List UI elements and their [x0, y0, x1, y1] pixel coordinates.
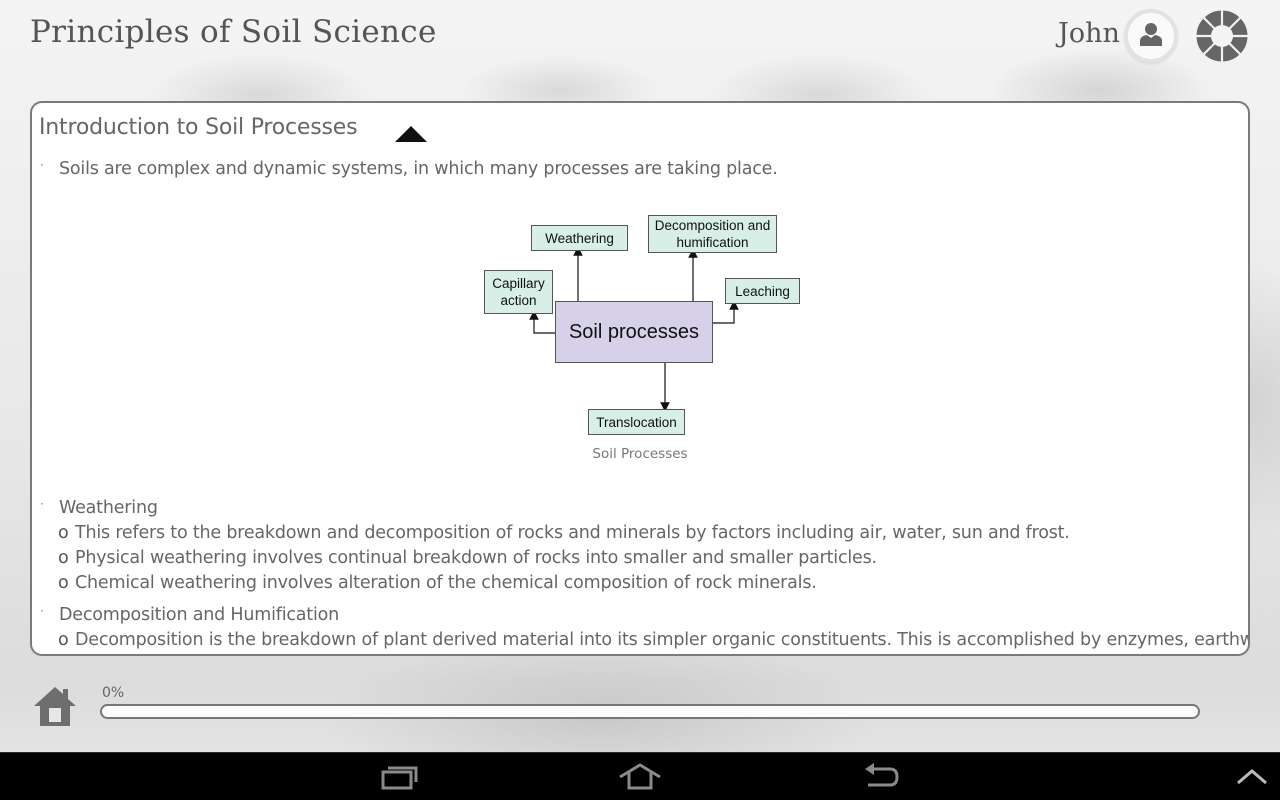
progress-percent: 0%	[102, 685, 125, 701]
list-item-text: Chemical weathering involves alteration …	[75, 573, 817, 593]
app-title: Principles of Soil Science	[30, 14, 437, 50]
node-soil-processes: Soil processes	[555, 301, 713, 363]
list-item: o This refers to the breakdown and decomp…	[58, 523, 1070, 543]
home-button[interactable]	[33, 684, 77, 728]
section-title: Introduction to Soil Processes	[39, 115, 358, 140]
user-profile-button[interactable]	[1124, 9, 1178, 63]
section-heading-text: Decomposition and Humification	[59, 605, 340, 625]
sub-bullet-marker: o	[58, 523, 69, 543]
node-weathering: Weathering	[531, 225, 628, 251]
menu-button[interactable]	[1236, 767, 1268, 790]
intro-text: Soils are complex and dynamic systems, i…	[59, 159, 778, 179]
progress-bar	[100, 704, 1200, 719]
section-heading-weathering: · Weathering	[40, 497, 158, 518]
list-item-text: Physical weathering involves continual b…	[75, 548, 877, 568]
bullet-marker: ·	[40, 604, 44, 618]
node-decomposition: Decomposition and humification	[648, 215, 777, 253]
section-heading-decomposition: · Decomposition and Humification	[40, 604, 340, 625]
sub-bullet-marker: o	[58, 630, 69, 650]
node-translocation: Translocation	[588, 409, 685, 435]
android-home-button[interactable]	[618, 763, 662, 796]
collapse-section-button[interactable]	[394, 125, 428, 143]
segmented-ring-icon	[1196, 10, 1248, 66]
settings-button[interactable]	[1196, 10, 1248, 62]
back-button[interactable]	[862, 763, 902, 796]
connector-leaching	[713, 300, 739, 324]
list-item: o Decomposition is the breakdown of plant…	[58, 630, 1250, 650]
triangle-up-icon	[394, 125, 428, 143]
connector-capillary	[529, 310, 556, 334]
recent-apps-button[interactable]	[380, 763, 420, 796]
node-leaching: Leaching	[725, 278, 800, 304]
section-heading-text: Weathering	[59, 498, 158, 518]
android-home-icon	[618, 763, 662, 795]
system-navigation-bar	[0, 752, 1280, 800]
home-icon	[33, 687, 77, 732]
intro-bullet: · Soils are complex and dynamic systems, …	[40, 158, 778, 179]
back-icon	[862, 763, 902, 795]
list-item: o Physical weathering involves continual …	[58, 548, 877, 568]
figure-caption: Soil Processes	[592, 446, 688, 462]
soil-processes-diagram: Soil processes Weathering Decomposition …	[482, 213, 852, 443]
sub-bullet-marker: o	[58, 573, 69, 593]
list-item: o Chemical weathering involves alteration…	[58, 573, 817, 593]
list-item-text: Decomposition is the breakdown of plant …	[75, 630, 1250, 650]
recent-apps-icon	[380, 766, 420, 795]
chevron-up-icon	[1236, 769, 1268, 789]
list-item-text: This refers to the breakdown and decompo…	[75, 523, 1070, 543]
user-silhouette-icon	[1138, 21, 1164, 52]
lesson-content-panel[interactable]: Introduction to Soil Processes · Soils ar…	[30, 101, 1250, 656]
user-name: John	[1058, 18, 1120, 49]
bullet-marker: ·	[40, 158, 44, 172]
node-capillary-action: Capillary action	[484, 270, 553, 314]
bullet-marker: ·	[40, 497, 44, 511]
sub-bullet-marker: o	[58, 548, 69, 568]
